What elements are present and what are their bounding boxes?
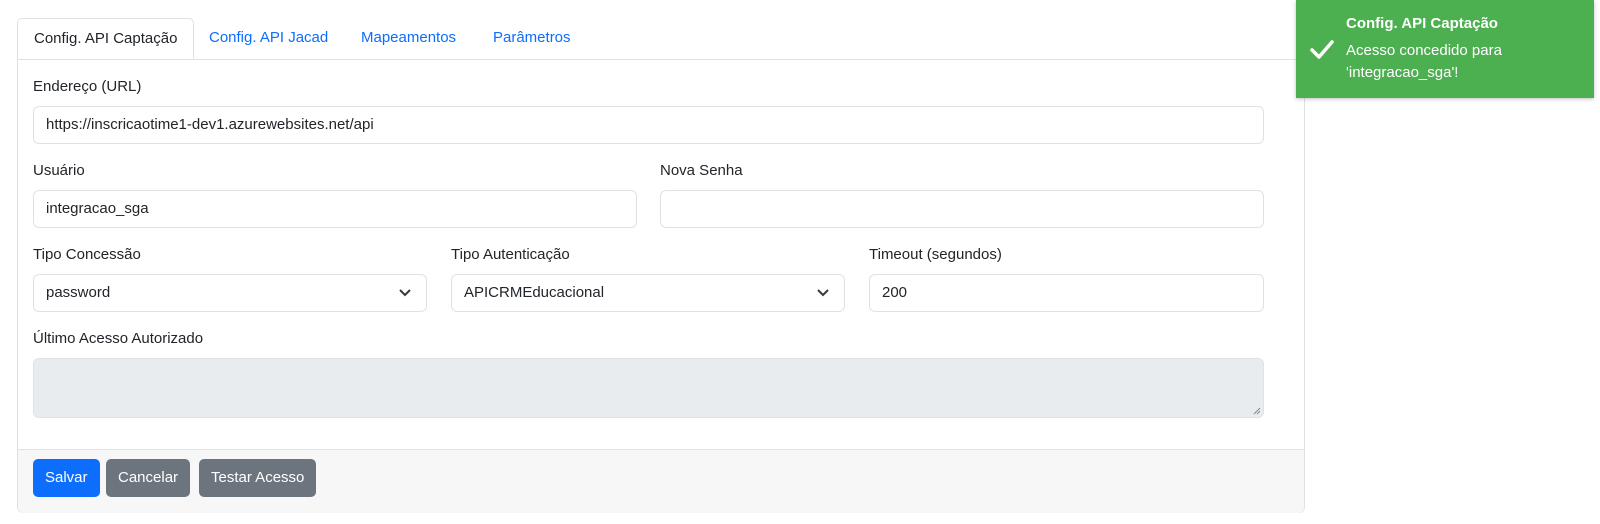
last-access-textarea [33, 358, 1264, 418]
chevron-down-icon [817, 289, 829, 297]
check-icon [1310, 40, 1334, 59]
tab-parametros[interactable]: Parâmetros [477, 18, 587, 58]
user-input[interactable]: integracao_sga [33, 190, 637, 228]
resize-handle-icon[interactable] [1251, 405, 1261, 415]
last-access-label: Último Acesso Autorizado [33, 330, 204, 347]
save-button[interactable]: Salvar [33, 459, 100, 497]
tab-config-api-captacao[interactable]: Config. API Captação [17, 18, 195, 59]
cancel-button[interactable]: Cancelar [106, 459, 191, 497]
card-footer: Salvar Cancelar Testar Acesso [18, 449, 1304, 513]
auth-type-value: APICRMEducacional [464, 284, 605, 301]
chevron-down-icon [399, 289, 411, 297]
password-input[interactable] [660, 190, 1264, 228]
grant-type-label: Tipo Concessão [33, 246, 141, 263]
tab-bar: Config. API Captação Config. API Jacad M… [17, 18, 1305, 60]
toast-message: Acesso concedido para 'integracao_sga'! [1346, 42, 1502, 81]
tab-config-api-jacad[interactable]: Config. API Jacad [193, 18, 344, 58]
tab-mapeamentos[interactable]: Mapeamentos [345, 18, 472, 58]
timeout-label: Timeout (segundos) [869, 246, 1002, 263]
toast-title: Config. API Captação [1346, 15, 1498, 32]
auth-type-label: Tipo Autenticação [451, 246, 570, 263]
password-label: Nova Senha [660, 162, 743, 179]
url-label: Endereço (URL) [33, 78, 142, 95]
grant-type-select[interactable]: password [33, 274, 427, 312]
user-label: Usuário [33, 162, 85, 179]
timeout-input[interactable]: 200 [869, 274, 1264, 312]
grant-type-value: password [46, 284, 111, 301]
test-access-button[interactable]: Testar Acesso [199, 459, 317, 497]
auth-type-select[interactable]: APICRMEducacional [451, 274, 845, 312]
success-toast[interactable]: Config. API Captação Acesso concedido pa… [1296, 0, 1594, 98]
url-input[interactable]: https://inscricaotime1-dev1.azurewebsite… [33, 106, 1264, 144]
config-card: Endereço (URL) https://inscricaotime1-de… [17, 58, 1305, 513]
